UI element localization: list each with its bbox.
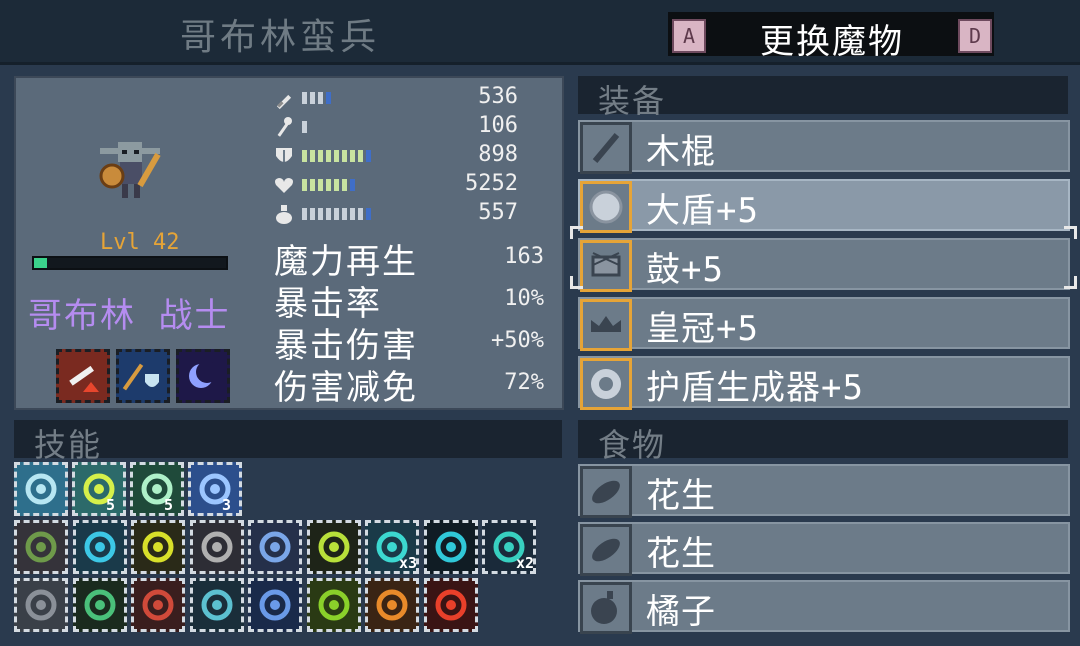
equipment-item-name: 鼓+5: [646, 250, 724, 290]
skill-count: 5: [106, 496, 116, 514]
blue-hearts-icon[interactable]: [248, 578, 302, 632]
equipment-item-name: 木棍: [646, 132, 716, 172]
grey-helmet-icon[interactable]: [14, 578, 68, 632]
equipment-item-name: 护盾生成器+5: [646, 368, 864, 408]
switch-monster-label[interactable]: 更换魔物: [720, 14, 944, 63]
xp-bar: [32, 256, 228, 270]
shield-icon: [272, 144, 296, 168]
equipment-item-name: 皇冠+5: [646, 309, 759, 349]
round-shield-icon: [580, 181, 632, 233]
skill-count: x2: [516, 554, 535, 572]
equipment-item-name: 大盾+5: [646, 191, 759, 231]
hearts-icon[interactable]: [188, 462, 242, 516]
selection-corner: [570, 276, 583, 289]
stat-value: 106: [478, 113, 518, 138]
level-label: Lvl 42: [100, 230, 180, 255]
sword-icon: [272, 86, 296, 110]
character-class-name: 哥布林 战士: [28, 296, 231, 336]
damage-reduction-label: 伤害减免: [274, 368, 418, 408]
skill-count: x3: [399, 554, 418, 572]
drum-icon: [580, 240, 632, 292]
red-warrior-icon[interactable]: [423, 578, 478, 632]
monster-title: 哥布林蛮兵: [179, 17, 380, 58]
orange-shield-icon[interactable]: [365, 578, 419, 632]
selection-corner: [1064, 226, 1077, 239]
crit-damage-value: +50%: [491, 328, 544, 353]
stat-bar: [302, 208, 371, 220]
vortex-icon[interactable]: [423, 520, 478, 574]
key-a-button[interactable]: A: [672, 19, 706, 53]
food-item-name: 花生: [646, 534, 716, 574]
stat-bar: [302, 179, 355, 191]
trait-sword-up-icon[interactable]: [56, 349, 110, 403]
selection-corner: [570, 226, 583, 239]
food-item-name: 花生: [646, 476, 716, 516]
crit-rate-value: 10%: [504, 286, 544, 311]
mana-regen-value: 163: [504, 244, 544, 269]
green-grass-icon[interactable]: [306, 578, 361, 632]
heart-icon: [272, 173, 296, 197]
key-d-button[interactable]: D: [958, 19, 992, 53]
skill-count: 3: [222, 496, 232, 514]
damage-reduction-value: 72%: [504, 370, 544, 395]
stat-value: 557: [478, 200, 518, 225]
shield-sparkle-icon[interactable]: [248, 520, 302, 574]
stick-icon: [580, 122, 632, 174]
stat-value: 536: [478, 84, 518, 109]
cyan-ring-icon[interactable]: [72, 520, 127, 574]
red-slash-icon[interactable]: [131, 578, 185, 632]
peanut-icon: [580, 466, 632, 518]
stat-value: 898: [478, 142, 518, 167]
goblin-shield-icon[interactable]: [14, 520, 68, 574]
stat-bar: [302, 121, 307, 133]
helmet-icon[interactable]: [189, 520, 244, 574]
food-header-label: 食物: [598, 426, 667, 464]
potion-shield-icon[interactable]: [189, 578, 244, 632]
skills-header-label: 技能: [34, 426, 103, 464]
green-sword-icon[interactable]: [72, 578, 127, 632]
trait-moon-icon[interactable]: [176, 349, 230, 403]
stat-bar: [302, 150, 371, 162]
stat-bar: [302, 92, 331, 104]
potion-icon: [272, 202, 296, 226]
orange-icon: [580, 582, 632, 634]
stat-value: 5252: [465, 171, 518, 196]
shield-generator-icon: [580, 358, 632, 410]
gem-shield-icon[interactable]: [72, 462, 126, 516]
crown-icon: [580, 299, 632, 351]
dark-ring-icon[interactable]: [131, 520, 185, 574]
peanut-icon: [580, 524, 632, 576]
goblin-warrior-sprite: [99, 142, 161, 198]
sparkle-icon[interactable]: [130, 462, 184, 516]
equipment-header-label: 装备: [598, 82, 667, 120]
trait-staff-shield-icon[interactable]: [116, 349, 170, 403]
staff-icon: [272, 115, 296, 139]
skill-count: 5: [164, 496, 174, 514]
food-item-name: 橘子: [646, 592, 716, 632]
target-icon[interactable]: [14, 462, 68, 516]
green-swirl-icon[interactable]: [306, 520, 361, 574]
xp-bar-fill: [34, 258, 48, 268]
selection-corner: [1064, 276, 1077, 289]
